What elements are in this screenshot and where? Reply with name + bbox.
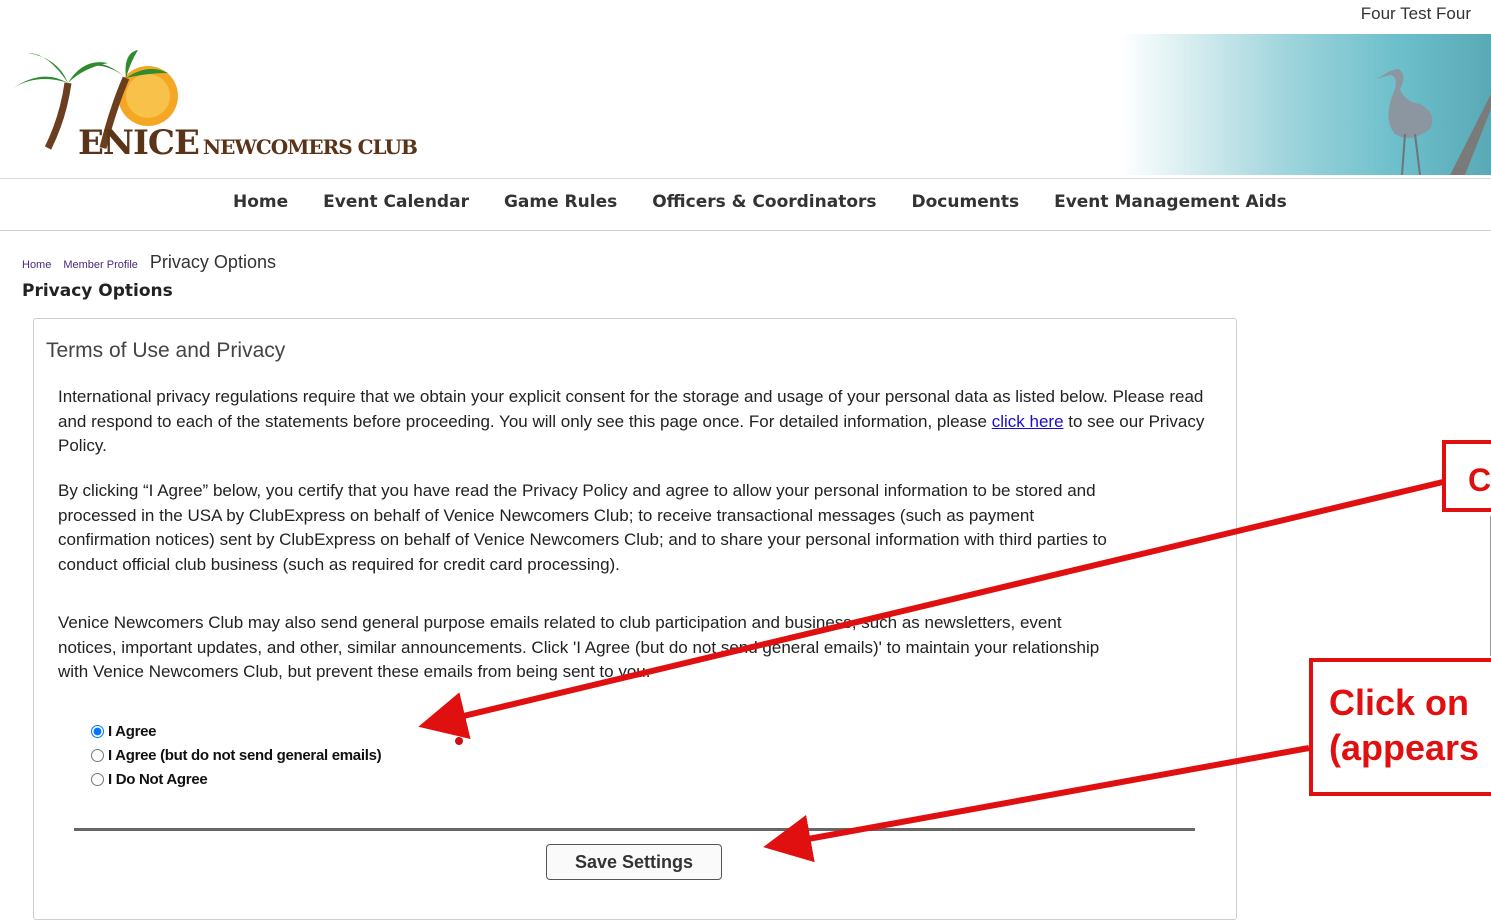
panel-title: Terms of Use and Privacy (46, 339, 286, 362)
save-settings-button[interactable]: Save Settings (546, 844, 722, 880)
callout-box-1: C (1442, 440, 1491, 512)
option-label: I Agree (but do not send general emails) (108, 746, 382, 764)
radio-do-not-agree[interactable] (91, 772, 104, 786)
breadcrumb-member-profile[interactable]: Member Profile (63, 259, 138, 271)
option-i-agree[interactable]: I Agree (91, 719, 381, 743)
breadcrumb-current: Privacy Options (149, 252, 276, 272)
nav-event-calendar[interactable]: Event Calendar (323, 192, 469, 212)
consent-options: I Agree I Agree (but do not send general… (91, 719, 382, 791)
header-banner (1120, 34, 1491, 175)
nav-documents[interactable]: Documents (912, 192, 1020, 212)
callout2-line1: Click on (1329, 682, 1470, 723)
panel-divider (74, 828, 1195, 831)
nav-game-rules[interactable]: Game Rules (504, 192, 617, 212)
nav-event-management-aids[interactable]: Event Management Aids (1054, 192, 1287, 212)
nav-home[interactable]: Home (233, 192, 288, 212)
breadcrumb: Home Member Profile Privacy Options (22, 252, 276, 273)
user-name[interactable]: Four Test Four (1361, 4, 1471, 24)
privacy-panel: Terms of Use and Privacy International p… (33, 318, 1237, 920)
club-logo[interactable]: ENICE NEWCOMERS CLUB (8, 48, 418, 163)
option-do-not-agree[interactable]: I Do Not Agree (91, 767, 381, 791)
nav-divider (0, 230, 1491, 231)
option-agree-no-emails[interactable]: I Agree (but do not send general emails) (91, 743, 382, 767)
logo-text-sub: NEWCOMERS CLUB (202, 135, 418, 159)
header-divider (0, 178, 1491, 179)
general-emails-text: Venice Newcomers Club may also send gene… (58, 613, 1100, 681)
privacy-intro-text: International privacy regulations requir… (58, 385, 1208, 459)
consent-text: By clicking “I Agree” below, you certify… (58, 481, 1107, 574)
callout2-line2: (appears (1329, 727, 1480, 768)
page-title: Privacy Options (22, 281, 173, 301)
nav-officers-coordinators[interactable]: Officers & Coordinators (652, 192, 876, 212)
main-nav: Home Event Calendar Game Rules Officers … (233, 192, 1322, 212)
privacy-policy-link[interactable]: click here (992, 412, 1064, 431)
callout-box-2: Click on (appears (1309, 658, 1491, 796)
logo-text-main: ENICE (78, 123, 200, 163)
breadcrumb-home[interactable]: Home (22, 259, 51, 271)
radio-agree-no-emails[interactable] (91, 748, 104, 762)
heron-icon (1375, 69, 1491, 175)
option-label: I Agree (108, 722, 157, 740)
radio-i-agree[interactable] (91, 724, 104, 738)
option-label: I Do Not Agree (108, 770, 208, 788)
